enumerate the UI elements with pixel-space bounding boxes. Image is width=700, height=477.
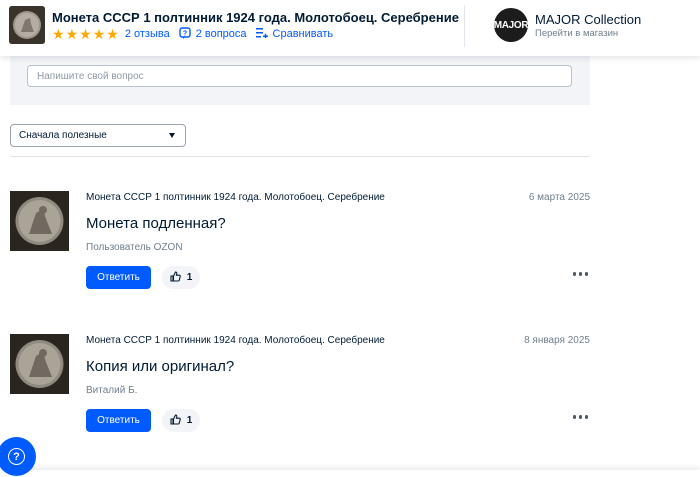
like-count: 1 [186,272,193,283]
product-header: Монета СССР 1 полтинник 1924 года. Молот… [0,0,700,56]
compare-link[interactable]: Сравнивать [255,27,334,41]
product-meta-row: ★ ★ ★ ★ ★ 2 отзыва ? 2 вопроса Сравниват… [52,26,334,42]
sort-selected-value: Сначала полезные [19,130,107,141]
question-text: Монета подленная? [86,215,226,232]
store-logo-text: MAJOR [494,19,528,31]
more-dots-icon[interactable] [572,272,588,276]
thumbs-up-icon [170,270,181,285]
questions-link[interactable]: ? 2 вопроса [179,26,247,42]
chevron-down-icon [169,133,175,138]
sort-dropdown[interactable]: Сначала полезные [10,124,186,147]
store-logo[interactable]: MAJOR [494,8,528,42]
more-dots-icon[interactable] [572,415,588,419]
ask-question-input[interactable] [27,65,572,87]
question-text: Копия или оригинал? [86,358,235,375]
star-icon: ★ [65,26,79,42]
thumbs-up-icon [170,413,181,428]
like-button[interactable]: 1 [162,266,200,289]
help-question-icon: ? [8,448,25,465]
star-icon: ★ [52,26,65,42]
reply-button[interactable]: Ответить [86,409,151,432]
question-author: Виталий Б. [86,385,138,396]
question-item: Монета СССР 1 полтинник 1924 года. Молот… [10,191,590,301]
svg-text:?: ? [183,30,187,37]
star-icon: ★ [106,26,119,42]
questions-link-label: 2 вопроса [195,28,247,40]
section-divider [10,156,590,157]
question-bubble-icon: ? [179,26,191,42]
question-author: Пользователь OZON [86,242,183,253]
reviews-link-label: 2 отзыва [124,28,170,40]
reply-button[interactable]: Ответить [86,266,151,289]
go-to-store-link[interactable]: Перейти в магазин [535,28,618,39]
reviews-link[interactable]: 2 отзыва [125,28,170,40]
question-product-name[interactable]: Монета СССР 1 полтинник 1924 года. Молот… [86,335,385,346]
coin-image [9,6,45,44]
question-product-thumbnail[interactable] [10,191,69,251]
star-icon: ★ [92,26,106,42]
like-button[interactable]: 1 [162,409,200,432]
question-item: Монета СССР 1 полтинник 1924 года. Молот… [10,334,590,444]
question-date: 8 января 2025 [524,335,590,346]
coin-image [10,334,69,394]
header-divider [464,5,465,47]
store-name[interactable]: MAJOR Collection [535,12,641,27]
star-icon: ★ [79,26,92,42]
product-thumbnail[interactable] [9,6,45,44]
ask-question-panel [10,56,590,105]
compare-list-icon [255,27,268,41]
rating-stars[interactable]: ★ ★ ★ ★ ★ [52,27,119,41]
coin-image [10,191,69,251]
question-date: 6 марта 2025 [528,192,590,203]
bottom-bar [0,470,700,477]
like-count: 1 [186,415,193,426]
question-product-thumbnail[interactable] [10,334,69,394]
compare-link-label: Сравнивать [272,28,334,40]
question-product-name[interactable]: Монета СССР 1 полтинник 1924 года. Молот… [86,192,385,203]
product-title[interactable]: Монета СССР 1 полтинник 1924 года. Молот… [52,10,459,25]
